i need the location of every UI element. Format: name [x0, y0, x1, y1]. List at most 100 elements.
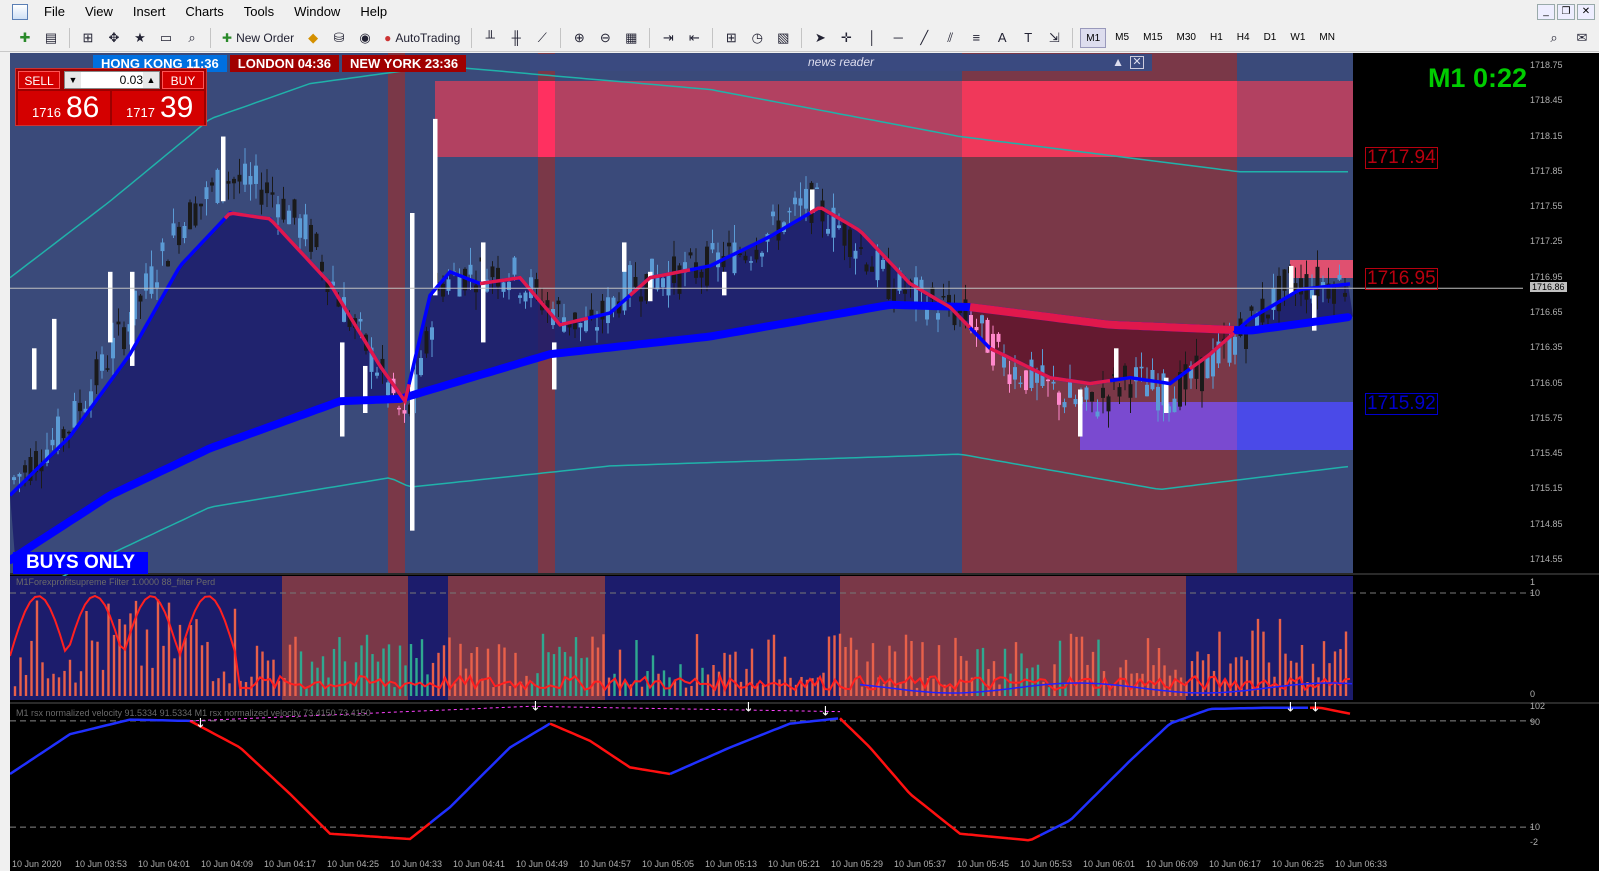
- menu-insert[interactable]: Insert: [123, 0, 176, 24]
- timeframe-w1[interactable]: W1: [1285, 28, 1310, 48]
- vertical-line-icon[interactable]: │: [861, 27, 883, 49]
- market-icon[interactable]: ⛁: [328, 27, 350, 49]
- candle-body: [903, 289, 907, 294]
- candle-body: [1139, 366, 1144, 369]
- trendline-icon[interactable]: ╱: [913, 27, 935, 49]
- meta-editor-icon[interactable]: ◆: [302, 27, 324, 49]
- autotrading-button[interactable]: ● AutoTrading: [380, 27, 464, 49]
- candle-body: [1101, 387, 1105, 398]
- new-chart-icon[interactable]: ✚: [14, 27, 36, 49]
- sell-button[interactable]: SELL: [18, 71, 60, 89]
- buy-price-prefix: 1717: [126, 105, 155, 120]
- tile-windows-icon[interactable]: ▦: [620, 27, 642, 49]
- sell-price[interactable]: 1716 86: [18, 91, 110, 125]
- menu-view[interactable]: View: [75, 0, 123, 24]
- indicator1-axis-label: 0: [1530, 689, 1536, 699]
- indicators-icon[interactable]: ⊞: [720, 27, 742, 49]
- periods-icon[interactable]: ◷: [746, 27, 768, 49]
- candle-body: [1128, 384, 1133, 398]
- bar-chart-icon[interactable]: ╨: [479, 27, 501, 49]
- menu-window[interactable]: Window: [284, 0, 350, 24]
- candle-body: [710, 243, 715, 250]
- zoom-in-icon[interactable]: ⊕: [568, 27, 590, 49]
- text-icon[interactable]: A: [991, 27, 1013, 49]
- candle-body: [105, 368, 110, 370]
- candlestick-icon[interactable]: ╫: [505, 27, 527, 49]
- candle-body: [941, 295, 946, 298]
- templates-icon[interactable]: ▧: [772, 27, 794, 49]
- lot-dropdown-icon[interactable]: ▼: [65, 72, 81, 88]
- time-axis-label: 10 Jun 04:17: [264, 859, 317, 869]
- indicator2-axis-label: 10: [1530, 822, 1541, 833]
- lot-size-input[interactable]: [81, 72, 143, 88]
- cursor-icon[interactable]: ➤: [809, 27, 831, 49]
- text-label-icon[interactable]: T: [1017, 27, 1039, 49]
- zoom-out-icon[interactable]: ⊖: [594, 27, 616, 49]
- news-reader-close-icon[interactable]: ✕: [1130, 56, 1144, 69]
- sell-price-prefix: 1716: [32, 105, 61, 120]
- candle-body: [468, 264, 473, 275]
- search-icon[interactable]: ⌕: [1543, 27, 1565, 49]
- candle-body: [837, 225, 841, 229]
- arrows-icon[interactable]: ⇲: [1043, 27, 1065, 49]
- profiles-icon[interactable]: ▤: [40, 27, 62, 49]
- chart-shift-icon[interactable]: ⇤: [683, 27, 705, 49]
- chart-window[interactable]: ↓ ↓ ↓ ↓ ↓ ↓ HONG KONG 11:36 LONDON 04:36 NEW …: [10, 53, 1599, 871]
- candle-body: [100, 354, 104, 371]
- restore-icon[interactable]: ❐: [1557, 4, 1575, 20]
- crosshair-icon[interactable]: ✛: [835, 27, 857, 49]
- candle-body: [166, 260, 170, 267]
- candle-body: [892, 288, 896, 302]
- timeframe-d1[interactable]: D1: [1259, 28, 1282, 48]
- buy-button[interactable]: BUY: [162, 71, 204, 89]
- candle-body: [193, 203, 198, 226]
- fibonacci-icon[interactable]: ≡: [965, 27, 987, 49]
- lot-increase-icon[interactable]: ▲: [143, 72, 159, 88]
- timeframe-m1[interactable]: M1: [1080, 27, 1107, 48]
- timeframe-m30[interactable]: M30: [1172, 28, 1201, 48]
- terminal-icon[interactable]: ▭: [155, 27, 177, 49]
- minimize-icon[interactable]: _: [1537, 4, 1555, 20]
- menu-file[interactable]: File: [34, 0, 75, 24]
- timeframe-m15[interactable]: M15: [1138, 28, 1167, 48]
- news-reader-minimize-icon[interactable]: ▲: [1112, 54, 1124, 71]
- channel-icon[interactable]: ⫽: [939, 27, 961, 49]
- candle-body: [1315, 266, 1320, 297]
- candle-body: [298, 218, 302, 238]
- candle-body: [232, 178, 236, 184]
- toolbar-divider: [801, 27, 803, 48]
- horizontal-line-icon[interactable]: ─: [887, 27, 909, 49]
- candle-body: [639, 296, 643, 302]
- signals-icon[interactable]: ◉: [354, 27, 376, 49]
- menu-tools[interactable]: Tools: [234, 0, 284, 24]
- timeframe-mn[interactable]: MN: [1314, 28, 1340, 48]
- navigator-icon[interactable]: ★: [129, 27, 151, 49]
- chart-canvas[interactable]: ↓ ↓ ↓ ↓ ↓ ↓: [10, 53, 1599, 871]
- level-middle-label: 1716.95: [1365, 268, 1438, 290]
- line-chart-icon[interactable]: ⟋: [531, 27, 553, 49]
- news-reader-bar[interactable]: news reader ▲ ✕: [530, 54, 1152, 71]
- session-new-york: NEW YORK 23:36: [341, 55, 467, 72]
- market-watch-icon[interactable]: ⊞: [77, 27, 99, 49]
- autoscroll-icon[interactable]: ⇥: [657, 27, 679, 49]
- data-window-icon[interactable]: ✥: [103, 27, 125, 49]
- time-axis-label: 10 Jun 04:49: [516, 859, 569, 869]
- candle-body: [12, 477, 16, 481]
- level-upper-label: 1717.94: [1365, 147, 1438, 169]
- chat-icon[interactable]: ✉: [1571, 27, 1593, 49]
- strategy-tester-icon[interactable]: ⌕: [181, 27, 203, 49]
- timeframe-m5[interactable]: M5: [1110, 28, 1134, 48]
- candle-body: [402, 410, 407, 414]
- candle-body: [754, 249, 759, 260]
- signal-bar: [1114, 348, 1119, 378]
- timeframe-h1[interactable]: H1: [1205, 28, 1228, 48]
- menu-charts[interactable]: Charts: [175, 0, 233, 24]
- candle-body: [1282, 269, 1287, 291]
- candle-body: [386, 382, 390, 396]
- timeframe-h4[interactable]: H4: [1232, 28, 1255, 48]
- buy-price[interactable]: 1717 39: [112, 91, 204, 125]
- candle-body: [853, 250, 858, 259]
- close-icon[interactable]: ✕: [1577, 4, 1595, 20]
- new-order-button[interactable]: ✚ New Order: [218, 27, 298, 49]
- menu-help[interactable]: Help: [350, 0, 397, 24]
